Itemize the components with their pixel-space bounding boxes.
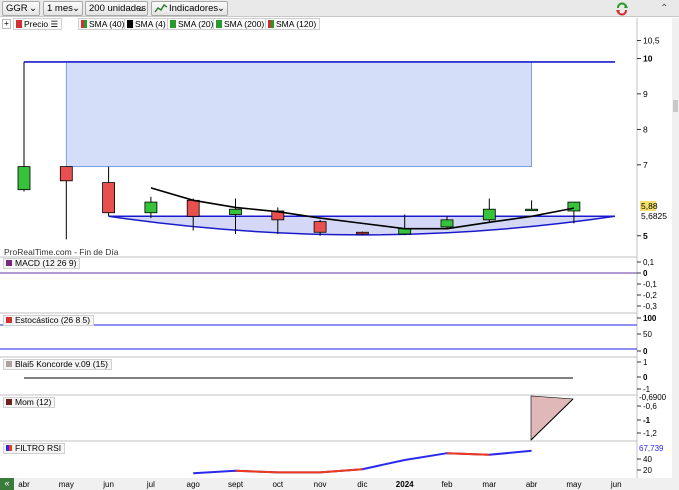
legend-sma120-label: SMA (120) [276, 19, 317, 29]
legend-price[interactable]: Precio ☰ [13, 18, 63, 30]
indicator-tick-label: -0,3 [643, 302, 657, 311]
indicator-tick-label: -0,6 [643, 402, 657, 411]
indicator-tick-label: -1 [643, 416, 651, 425]
macd-label-text: MACD (12 26 9) [15, 258, 77, 268]
time-tick-label: abr [18, 480, 30, 489]
scroll-left-button[interactable]: « [0, 478, 14, 490]
candle-body [59, 166, 73, 182]
rsi-down-segments [235, 452, 490, 474]
time-tick-label: may [566, 480, 581, 489]
price-tick-label: 8 [643, 124, 648, 134]
candle-body [229, 208, 242, 215]
time-tick-label: jul [146, 480, 155, 489]
candle-body [313, 221, 327, 233]
candle-body [17, 166, 31, 191]
candle-body [525, 208, 538, 212]
scrollbar-thumb[interactable] [673, 100, 678, 112]
sma-value: 5,6825 [641, 211, 667, 221]
mom-value: -0,6900 [639, 393, 667, 402]
price-tick-label: 9 [643, 89, 648, 99]
legend-sma200-label: SMA (200) [224, 19, 265, 29]
indicator-tick-label: -0,2 [643, 291, 657, 300]
candle-body [440, 219, 454, 228]
blai5-label-text: Blai5 Koncorde v.09 (15) [15, 359, 108, 369]
blai5-label[interactable]: Blai5 Koncorde v.09 (15) [3, 359, 112, 370]
rsi-down-segment [235, 469, 278, 474]
indicator-tick-label: 40 [643, 455, 652, 464]
legend-sma20[interactable]: SMA (20) [167, 18, 218, 30]
candle-body [355, 231, 369, 235]
price-tick-label: 7 [643, 160, 648, 170]
time-tick-label: dic [357, 480, 367, 489]
time-tick-label: may [59, 480, 74, 489]
legend-sma120[interactable]: SMA (120) [265, 18, 321, 30]
legend-sma4-label: SMA (4) [135, 19, 166, 29]
time-tick-label: 2024 [396, 480, 414, 489]
legend-close-icon[interactable]: + [2, 19, 11, 29]
legend-sma40[interactable]: SMA (40) [78, 18, 129, 30]
price-tick-label: 10,5 [643, 36, 660, 46]
chart-area: 10,5109875 5,88 5,6825 ProRealTime.com -… [0, 18, 679, 490]
time-tick-label: jun [102, 480, 114, 489]
rsi-label[interactable]: FILTRO RSI [3, 443, 66, 454]
indicator-tick-label: 0 [643, 373, 648, 382]
time-tick-label: oct [272, 480, 283, 489]
rsi-down-segment [320, 468, 363, 474]
candle-body [482, 208, 496, 221]
price-tick-label: 10 [643, 53, 653, 63]
stoch-label-text: Estocástico (26 8 5) [15, 315, 91, 325]
time-tick-label: abr [526, 480, 538, 489]
legend-sma40-label: SMA (40) [89, 19, 125, 29]
indicator-tick-label: 20 [643, 466, 652, 475]
legend-sma4[interactable]: SMA (4) [124, 18, 170, 30]
time-tick-label: feb [441, 480, 453, 489]
indicator-tick-label: 1 [643, 358, 648, 367]
legend-sma20-label: SMA (20) [178, 19, 214, 29]
mom-label[interactable]: Mom (12) [3, 397, 56, 408]
time-tick-label: sept [228, 480, 244, 489]
macd-label[interactable]: MACD (12 26 9) [3, 258, 81, 269]
time-tick-label: jun [610, 480, 622, 489]
indicator-tick-label: 50 [643, 330, 652, 339]
mom-label-text: Mom (12) [15, 397, 52, 407]
indicator-tick-label: 0 [643, 347, 648, 356]
time-axis: abr may jun jul ago sept oct nov dic 2024 feb mar ab… [18, 480, 621, 489]
candle-body [144, 201, 158, 214]
legend-sma200[interactable]: SMA (200) [213, 18, 269, 30]
time-tick-label: ago [187, 480, 201, 489]
indicator-tick-label: 0 [643, 269, 648, 278]
time-tick-label: nov [314, 480, 327, 489]
stoch-label[interactable]: Estocástico (26 8 5) [3, 315, 95, 326]
rsi-down-segment [446, 452, 490, 456]
legend-price-label: Precio [24, 19, 49, 29]
indicator-axes: 0,10-0,1-0,2-0,310050010-1-0,6-1-1,24020… [637, 258, 667, 475]
list-icon: ☰ [50, 19, 59, 29]
indicator-tick-label: 0,1 [643, 258, 655, 267]
time-tick-label: mar [482, 480, 496, 489]
price-tick-label: 5 [643, 231, 648, 241]
rsi-label-text: FILTRO RSI [15, 443, 62, 453]
last-price: 5,88 [641, 201, 658, 211]
candle-body [102, 182, 115, 214]
indicator-tick-label: -0,1 [643, 280, 657, 289]
candle-body [186, 199, 200, 217]
rsi-value: 67,739 [639, 444, 664, 453]
indicator-tick-label: 100 [643, 314, 657, 323]
watermark: ProRealTime.com - Fin de Día [4, 247, 119, 257]
indicator-tick-label: -1,2 [643, 429, 657, 438]
resistance-zone [65, 61, 532, 168]
